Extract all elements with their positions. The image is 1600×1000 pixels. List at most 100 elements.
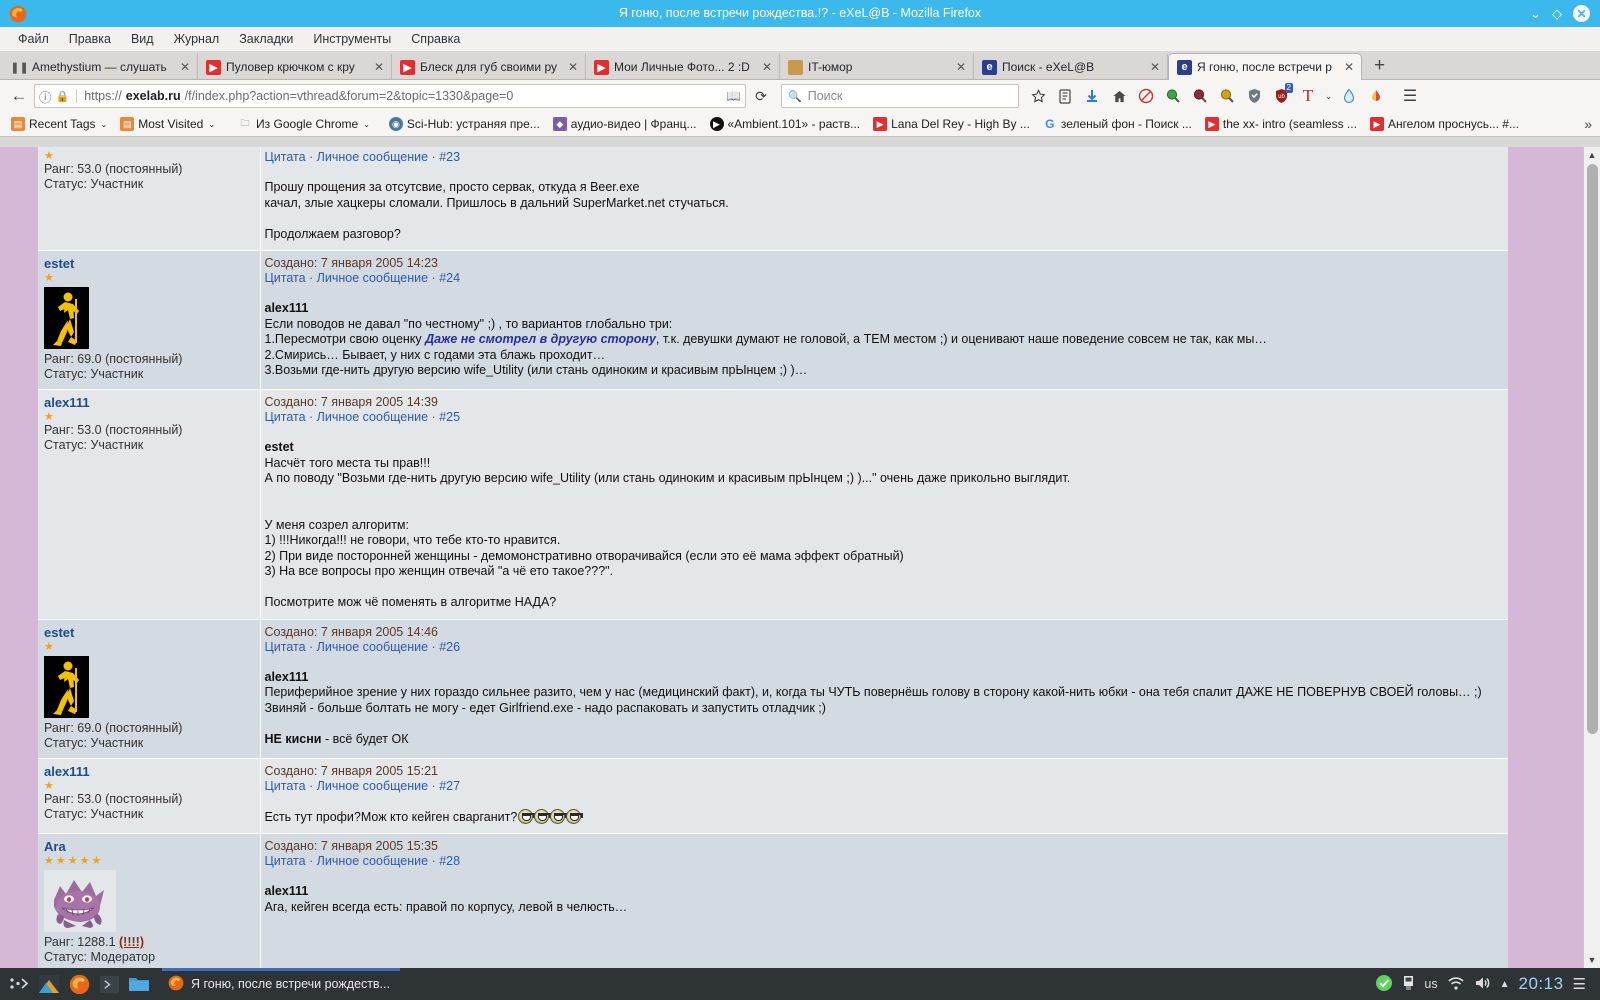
files-icon[interactable]	[36, 971, 62, 997]
inline-link[interactable]: Даже не смотрел в другую сторону	[425, 332, 656, 346]
quote-link[interactable]: Цитата	[265, 640, 306, 654]
tab-moi-foto[interactable]: ▶ Мои Личные Фото... 2 :D ✕	[586, 54, 780, 80]
wifi-icon[interactable]	[1447, 975, 1465, 994]
post-number-link[interactable]: #25	[439, 410, 460, 424]
bookmark-folder-chrome[interactable]: 🗀 Из Google Chrome ⌄	[233, 115, 375, 133]
expand-tray-icon[interactable]: ▲	[1500, 979, 1510, 990]
tab-close-icon[interactable]: ✕	[1149, 60, 1161, 74]
menu-item-file[interactable]: Файл	[8, 30, 59, 48]
bookmark-most-visited[interactable]: ▤ Most Visited ⌄	[115, 115, 220, 133]
page-info-icon[interactable]: ⓘ	[39, 87, 52, 106]
reader-mode-icon[interactable]: 📖	[726, 89, 741, 103]
zoom-out-icon[interactable]	[1187, 83, 1213, 109]
keyboard-layout[interactable]: us	[1424, 977, 1437, 991]
chevron-down-icon[interactable]: ⌄	[1322, 83, 1335, 109]
tab-close-icon[interactable]: ✕	[955, 60, 967, 74]
tab-poisk-exelab[interactable]: e Поиск - eXeL@B ✕	[974, 54, 1168, 80]
post-number-link[interactable]: #27	[439, 779, 460, 793]
folder-icon[interactable]	[126, 971, 152, 997]
scroll-up-arrow[interactable]: ▲	[1584, 147, 1600, 163]
menu-item-view[interactable]: Вид	[121, 30, 164, 48]
menu-item-help[interactable]: Справка	[401, 30, 470, 48]
user-name-link[interactable]: Ara	[44, 839, 254, 854]
translate-icon[interactable]: T	[1295, 83, 1321, 109]
scrollbar-thumb[interactable]	[1587, 164, 1598, 734]
pm-link[interactable]: Личное сообщение	[317, 640, 428, 654]
tab-close-icon[interactable]: ✕	[373, 60, 385, 74]
quote-link[interactable]: Цитата	[265, 150, 306, 164]
maximize-button[interactable]: ◇	[1552, 7, 1562, 20]
bookmarks-overflow-button[interactable]: »	[1584, 116, 1594, 132]
tab-ya-gonyu[interactable]: e Я гоню, после встречи р ✕	[1168, 53, 1362, 80]
menu-item-bookmarks[interactable]: Закладки	[229, 30, 303, 48]
home-icon[interactable]	[1106, 83, 1132, 109]
bookmark-audio-video[interactable]: ◆ аудио-видео | Франц...	[548, 115, 702, 133]
star-icon[interactable]	[1025, 83, 1051, 109]
search-input[interactable]: Поиск	[808, 89, 843, 103]
scroll-down-arrow[interactable]: ▼	[1584, 952, 1600, 968]
user-name-link[interactable]: estet	[44, 256, 254, 271]
tab-close-icon[interactable]: ✕	[179, 60, 191, 74]
minimize-button[interactable]: ⌄	[1530, 7, 1541, 20]
app-menu-button[interactable]: ☰	[1397, 83, 1423, 109]
user-name-link[interactable]: alex111	[44, 764, 254, 779]
water-icon[interactable]	[1336, 83, 1362, 109]
firefox-icon[interactable]	[66, 971, 92, 997]
usb-icon[interactable]	[1402, 975, 1415, 994]
clock[interactable]: 20:13	[1519, 974, 1564, 994]
rank-bang[interactable]: (!!!!)	[119, 935, 144, 949]
user-name-link[interactable]: alex111	[44, 395, 254, 410]
bookmark-ambient101[interactable]: ▶ «Ambient.101» - раств...	[705, 115, 866, 133]
terminal-icon[interactable]	[96, 971, 122, 997]
post-number-link[interactable]: #24	[439, 271, 460, 285]
zoom-reset-icon[interactable]	[1214, 83, 1240, 109]
menu-item-history[interactable]: Журнал	[164, 30, 230, 48]
pm-link[interactable]: Личное сообщение	[317, 410, 428, 424]
menu-item-tools[interactable]: Инструменты	[303, 30, 401, 48]
tab-blesk[interactable]: ▶ Блеск для губ своими ру ✕	[392, 54, 586, 80]
pm-link[interactable]: Личное сообщение	[317, 271, 428, 285]
bookmark-recent-tags[interactable]: ▤ Recent Tags ⌄	[6, 115, 112, 133]
ublock-icon[interactable]: ub 2	[1268, 83, 1294, 109]
bookmark-angelom[interactable]: ▶ Ангелом проснусь... #...	[1365, 115, 1524, 133]
tab-amethystium[interactable]: ❚❚ Amethystium — слушать ✕	[4, 54, 198, 80]
bookmark-lana-del-rey[interactable]: ▶ Lana Del Rey - High By ...	[868, 115, 1035, 133]
zoom-in-icon[interactable]	[1160, 83, 1186, 109]
reload-button[interactable]: ⟳	[748, 83, 774, 109]
adblock-icon[interactable]	[1133, 83, 1159, 109]
tab-close-icon[interactable]: ✕	[1343, 60, 1355, 74]
tab-it-humor[interactable]: IT-юмор ✕	[780, 54, 974, 80]
colorpicker-icon[interactable]	[1363, 83, 1389, 109]
tab-close-icon[interactable]: ✕	[567, 60, 579, 74]
pm-link[interactable]: Личное сообщение	[317, 150, 428, 164]
close-button[interactable]: ✕	[1573, 5, 1590, 22]
new-tab-button[interactable]: +	[1362, 55, 1397, 80]
quote-link[interactable]: Цитата	[265, 410, 306, 424]
post-number-link[interactable]: #26	[439, 640, 460, 654]
pm-link[interactable]: Личное сообщение	[317, 779, 428, 793]
quote-link[interactable]: Цитата	[265, 779, 306, 793]
bookmark-scihub[interactable]: ◉ Sci-Hub: устраняя пре...	[384, 115, 545, 133]
taskbar-window-firefox[interactable]: Я гоню, после встречи рождеств...	[162, 968, 400, 997]
url-bar[interactable]: ⓘ 🔒 https://exelab.ru/f/index.php?action…	[34, 84, 746, 108]
dots-icon[interactable]	[6, 971, 32, 997]
menu-item-edit[interactable]: Правка	[59, 30, 121, 48]
quote-link[interactable]: Цитата	[265, 271, 306, 285]
pm-link[interactable]: Личное сообщение	[317, 854, 428, 868]
back-button[interactable]: ←	[6, 83, 32, 109]
download-icon[interactable]	[1079, 83, 1105, 109]
shield-icon[interactable]	[1241, 83, 1267, 109]
tab-close-icon[interactable]: ✕	[761, 60, 773, 74]
bookmark-green-background[interactable]: G зеленый фон - Поиск ...	[1038, 115, 1197, 133]
search-bar[interactable]: 🔍 Поиск	[781, 84, 1019, 108]
user-name-link[interactable]: estet	[44, 625, 254, 640]
vertical-scrollbar[interactable]: ▲ ▼	[1583, 147, 1600, 968]
tray-menu-icon[interactable]: ☰	[1573, 975, 1586, 993]
library-icon[interactable]	[1052, 83, 1078, 109]
skype-icon[interactable]	[1375, 974, 1393, 995]
quote-link[interactable]: Цитата	[265, 854, 306, 868]
post-number-link[interactable]: #28	[439, 854, 460, 868]
post-number-link[interactable]: #23	[439, 150, 460, 164]
volume-icon[interactable]	[1474, 975, 1491, 994]
bookmark-the-xx[interactable]: ▶ the xx- intro (seamless ...	[1200, 115, 1362, 133]
